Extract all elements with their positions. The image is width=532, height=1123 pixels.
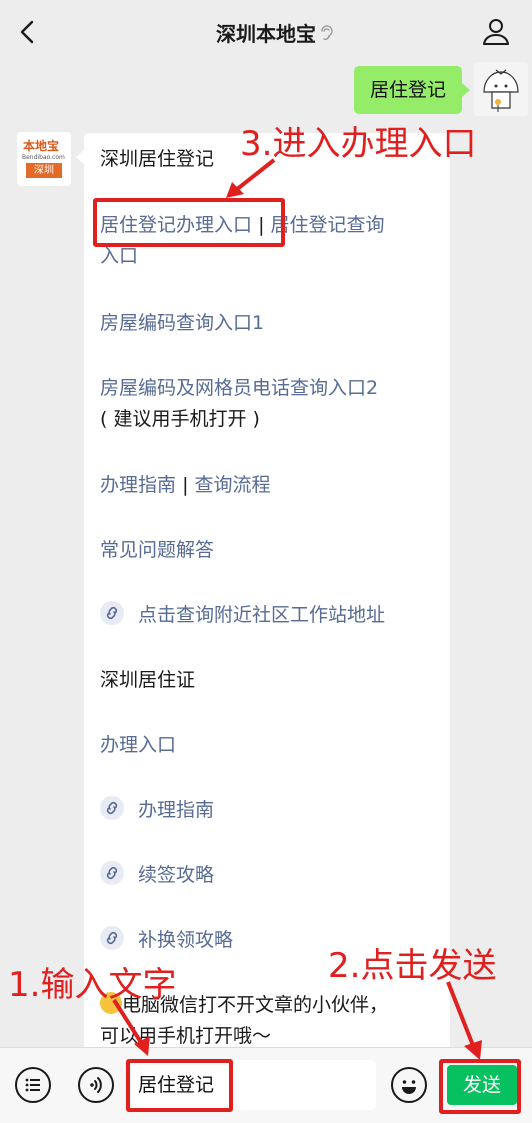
link-permit-entry[interactable]: 办理入口 — [100, 731, 176, 760]
community-link-label: 点击查询附近社区工作站地址 — [138, 604, 386, 626]
logo-text: 本地宝 — [23, 139, 60, 153]
heading-residence-permit: 深圳居住证 — [100, 669, 196, 691]
link-process[interactable]: 查询流程 — [195, 474, 271, 496]
bendibao-avatar[interactable]: 本地宝 Bendibao.com 深圳 — [17, 132, 71, 186]
voice-icon — [90, 1077, 102, 1093]
link-registration-query[interactable]: 居住登记查询 — [271, 214, 385, 236]
heading-residence-registration: 深圳居住登记 — [100, 148, 215, 170]
link-renew[interactable]: 续签攻略 — [100, 861, 214, 890]
emoji-button[interactable] — [391, 1067, 427, 1103]
menu-list-button[interactable] — [15, 1067, 51, 1103]
logo-domain: Bendibao.com — [22, 154, 65, 161]
my-avatar[interactable] — [474, 62, 528, 116]
miniprogram-link-icon — [100, 926, 124, 950]
annotation-arrow-step3-icon — [226, 158, 276, 198]
profile-icon[interactable] — [482, 17, 510, 45]
miniprogram-link-icon — [100, 796, 124, 820]
cartoon-avatar-icon — [474, 62, 528, 116]
link-house-code-query-2[interactable]: 房屋编码及网格员电话查询入口2 — [100, 374, 378, 403]
link-permit-guide[interactable]: 办理指南 — [100, 796, 214, 825]
voice-button[interactable] — [78, 1067, 114, 1103]
miniprogram-link-icon — [100, 861, 124, 885]
reply-bubble: 深圳居住登记 居住登记办理入口 | 居住登记查询 入口 房屋编码查询入口1 房屋… — [84, 133, 450, 1053]
my-message-bubble[interactable]: 居住登记 — [353, 66, 471, 114]
earpiece-mode-icon — [321, 25, 333, 41]
chat-title: 深圳本地宝 — [216, 22, 316, 46]
link-house-code-query-1[interactable]: 房屋编码查询入口1 — [100, 309, 264, 338]
miniprogram-link-icon — [100, 601, 124, 625]
replace-label: 补换领攻略 — [138, 929, 234, 951]
link-replace[interactable]: 补换领攻略 — [100, 926, 233, 955]
permit-guide-label: 办理指南 — [138, 799, 215, 821]
guide-process-line: 办理指南 | 查询流程 — [100, 471, 271, 500]
list-icon — [25, 1078, 40, 1092]
house-code-note: ( 建议用手机打开 ) — [100, 408, 260, 430]
annotation-box-entry — [93, 198, 285, 247]
annotation-box-input — [126, 1059, 233, 1112]
smiley-icon — [402, 1080, 416, 1094]
logo-city: 深圳 — [26, 163, 62, 178]
annotation-arrow-step1-icon — [112, 998, 150, 1056]
annotation-box-send — [439, 1059, 521, 1114]
separator: | — [182, 474, 189, 496]
bubble-tail — [76, 150, 84, 164]
annotation-arrow-step2-icon — [446, 981, 482, 1060]
link-faq[interactable]: 常见问题解答 — [100, 536, 214, 565]
renew-label: 续签攻略 — [138, 864, 215, 886]
link-community-station[interactable]: 点击查询附近社区工作站地址 — [100, 601, 385, 630]
link-guide[interactable]: 办理指南 — [100, 474, 176, 496]
nav-bar: 深圳本地宝 — [0, 0, 532, 64]
